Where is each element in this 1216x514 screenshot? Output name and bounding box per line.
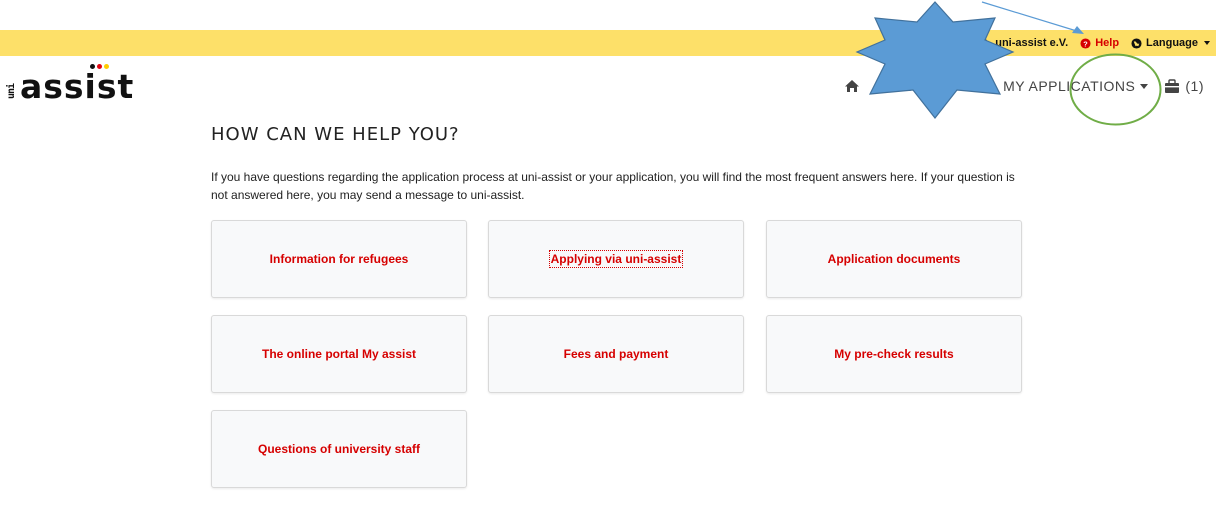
logo-assist-text: assist	[20, 64, 134, 103]
chevron-down-icon	[979, 83, 988, 89]
tile-fees-and-payment[interactable]: Fees and payment	[488, 315, 744, 393]
nav-my-account[interactable]: MY ACCOUNT	[876, 78, 988, 94]
basket-icon	[1165, 78, 1180, 93]
nav-my-account-label: MY ACCOUNT	[876, 78, 975, 94]
uni-assist-home-label: uni-assist e.V.	[995, 37, 1069, 49]
uni-assist-home-link[interactable]: uni-assist e.V.	[980, 37, 1068, 49]
tile-my-pre-check-results[interactable]: My pre-check results	[766, 315, 1022, 393]
tile-label: The online portal My assist	[261, 347, 417, 361]
nav-home[interactable]	[844, 79, 860, 93]
nav-basket[interactable]: (1)	[1164, 78, 1204, 94]
tile-label: Application documents	[827, 252, 961, 266]
globe-icon	[1131, 37, 1142, 49]
home-icon	[845, 80, 860, 92]
basket-count: (1)	[1185, 78, 1204, 94]
svg-text:?: ?	[1083, 39, 1088, 48]
tile-questions-of-university-staff[interactable]: Questions of university staff	[211, 410, 467, 488]
intro-text: If you have questions regarding the appl…	[211, 170, 1015, 202]
uni-assist-logo[interactable]: uni assist	[6, 64, 134, 103]
tile-label: Questions of university staff	[257, 442, 421, 456]
top-links: uni-assist e.V. ? Help Language	[980, 30, 1210, 56]
logo-dots	[90, 64, 109, 69]
logo-dot-red	[97, 64, 102, 69]
chevron-down-icon	[1140, 83, 1149, 89]
logo-dot-yellow	[104, 64, 109, 69]
tile-label: Fees and payment	[563, 347, 669, 361]
top-bar: uni-assist e.V. ? Help Language	[0, 30, 1216, 56]
logo-uni-text: uni	[6, 83, 17, 99]
logo-assist-word: assist	[20, 67, 135, 106]
page-title: HOW CAN WE HELP YOU?	[211, 124, 460, 145]
language-label: Language	[1146, 37, 1198, 49]
question-circle-icon: ?	[1080, 37, 1091, 49]
tile-information-for-refugees[interactable]: Information for refugees	[211, 220, 467, 298]
logo-dot-black	[90, 64, 95, 69]
annotation-star-shape	[855, 1, 1015, 119]
tile-label: My pre-check results	[834, 347, 954, 361]
main-nav: MY ACCOUNT MY APPLICATIONS (1)	[844, 74, 1204, 98]
tile-application-documents[interactable]: Application documents	[766, 220, 1022, 298]
tile-label: Applying via uni-assist	[548, 250, 684, 268]
tile-online-portal-my-assist[interactable]: The online portal My assist	[211, 315, 467, 393]
tile-label: Information for refugees	[269, 252, 409, 266]
tile-applying-via-uni-assist[interactable]: Applying via uni-assist	[488, 220, 744, 298]
home-icon	[981, 38, 991, 48]
nav-my-applications-label: MY APPLICATIONS	[1003, 78, 1136, 94]
language-dropdown[interactable]: Language	[1131, 37, 1210, 49]
chevron-down-icon	[1204, 41, 1210, 45]
help-link[interactable]: ? Help	[1080, 37, 1119, 49]
help-label: Help	[1095, 37, 1120, 49]
nav-my-applications[interactable]: MY APPLICATIONS	[1003, 78, 1149, 94]
